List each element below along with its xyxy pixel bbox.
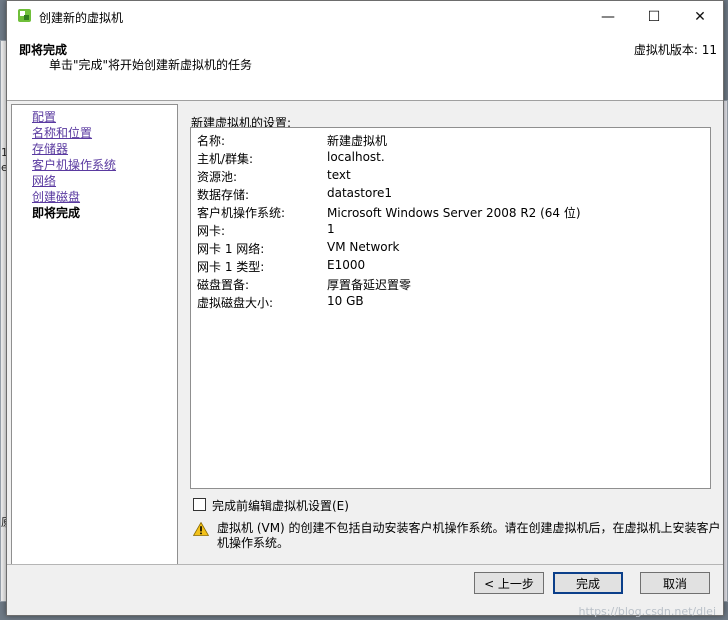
nav-step-ready-to-complete: 即将完成 (32, 206, 81, 220)
setting-value: datastore1 (327, 186, 393, 200)
setting-value: localhost. (327, 150, 385, 164)
setting-key: 名称: (197, 134, 226, 148)
settings-summary-box: 名称: 新建虚拟机 主机/群集: localhost. 资源池: text 数据… (190, 127, 711, 489)
nav-step-name-location[interactable]: 名称和位置 (32, 125, 92, 141)
close-icon: ✕ (694, 8, 706, 25)
page-subtitle: 单击"完成"将开始创建新虚拟机的任务 (49, 58, 253, 72)
maximize-icon: ☐ (647, 8, 661, 25)
maximize-button[interactable]: ☐ (631, 1, 677, 32)
setting-key: 网卡: (197, 224, 226, 238)
nav-step-create-disk[interactable]: 创建磁盘 (32, 189, 80, 205)
nav-step-guest-os[interactable]: 客户机操作系统 (32, 157, 116, 173)
vm-version-label: 虚拟机版本: 11 (633, 43, 717, 57)
cancel-button[interactable]: 取消 (640, 572, 710, 594)
window-title: 创建新的虚拟机 (39, 11, 124, 25)
setting-value: 1 (327, 222, 335, 236)
setting-value: 厚置备延迟置零 (327, 278, 412, 292)
setting-value: E1000 (327, 258, 366, 272)
wizard-step-nav: 配置 名称和位置 存储器 客户机操作系统 网络 创建磁盘 即将完成 (11, 104, 178, 565)
new-vm-wizard-dialog: 创建新的虚拟机 — ☐ ✕ 即将完成 单击"完成"将开始创建新虚拟机的任务 虚拟… (6, 0, 724, 616)
close-button[interactable]: ✕ (677, 1, 723, 32)
setting-key: 客户机操作系统: (197, 206, 286, 220)
setting-value: 新建虚拟机 (327, 134, 388, 148)
warning-message: 虚拟机 (VM) 的创建不包括自动安装客户机操作系统。请在创建虚拟机后，在虚拟机… (217, 521, 721, 550)
setting-key: 磁盘置备: (197, 278, 250, 292)
edit-settings-label[interactable]: 完成前编辑虚拟机设置(E) (212, 497, 349, 514)
warning-icon (193, 522, 209, 536)
minimize-button[interactable]: — (585, 1, 631, 32)
setting-key: 网卡 1 网络: (197, 242, 265, 256)
nav-step-config[interactable]: 配置 (32, 109, 56, 125)
footer-divider (7, 564, 723, 565)
watermark-text: https://blog.csdn.net/dlei (578, 605, 716, 618)
vsphere-app-icon (18, 9, 31, 22)
finish-button[interactable]: 完成 (553, 572, 623, 594)
setting-key: 数据存储: (197, 188, 250, 202)
edit-settings-checkbox[interactable] (193, 498, 206, 511)
setting-value: VM Network (327, 240, 400, 254)
setting-key: 资源池: (197, 170, 238, 184)
setting-value: text (327, 168, 351, 182)
title-bar[interactable]: 创建新的虚拟机 — ☐ ✕ (7, 1, 723, 32)
setting-key: 虚拟磁盘大小: (197, 296, 274, 310)
nav-step-network[interactable]: 网络 (32, 173, 56, 189)
setting-key: 网卡 1 类型: (197, 260, 265, 274)
setting-key: 主机/群集: (197, 152, 254, 166)
back-button[interactable]: < 上一步 (474, 572, 544, 594)
nav-step-storage[interactable]: 存储器 (32, 141, 68, 157)
setting-value: 10 GB (327, 294, 364, 308)
setting-value: Microsoft Windows Server 2008 R2 (64 位) (327, 206, 581, 220)
wizard-header: 即将完成 单击"完成"将开始创建新虚拟机的任务 虚拟机版本: 11 (7, 32, 723, 101)
minimize-icon: — (601, 8, 615, 25)
